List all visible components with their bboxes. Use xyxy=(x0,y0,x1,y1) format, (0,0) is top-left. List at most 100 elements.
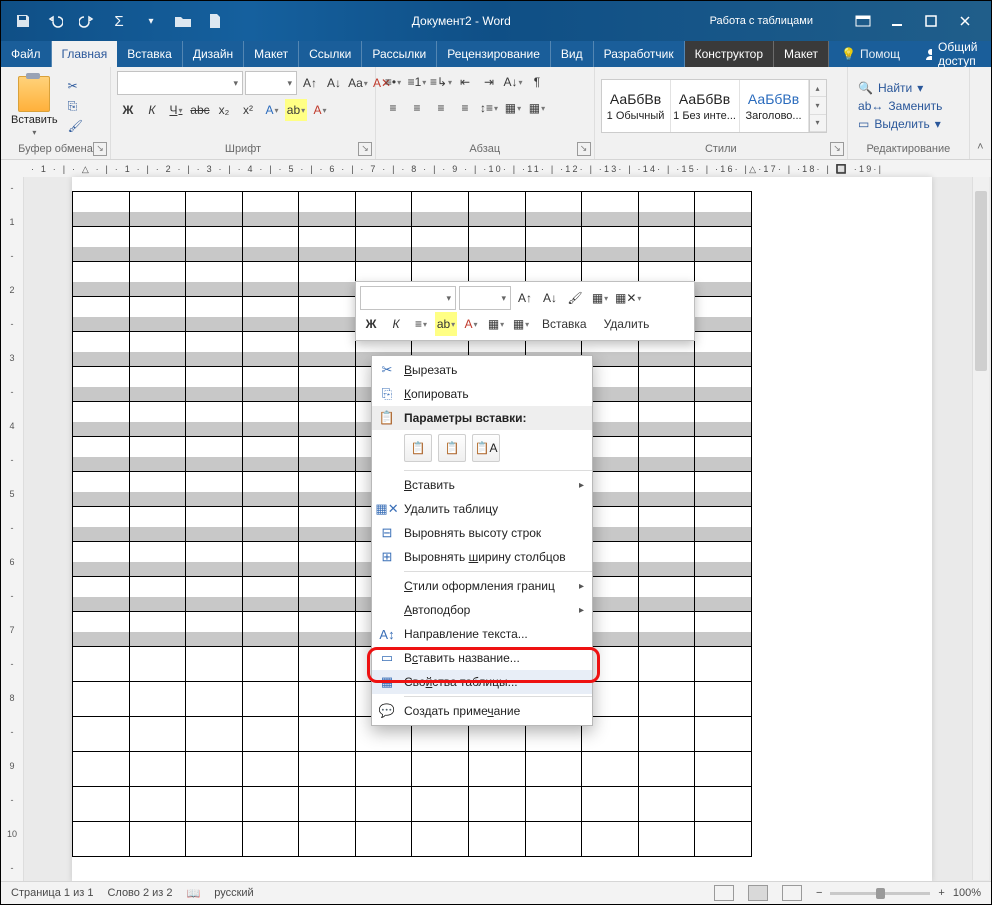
table-cell[interactable] xyxy=(695,717,752,752)
tab-file[interactable]: Файл xyxy=(1,41,52,67)
table-cell[interactable] xyxy=(129,542,186,577)
table-row[interactable] xyxy=(73,752,752,787)
mini-insert-table-icon[interactable]: ▦ xyxy=(589,286,611,310)
table-cell[interactable] xyxy=(129,717,186,752)
table-cell[interactable] xyxy=(525,822,582,857)
table-cell[interactable] xyxy=(638,787,695,822)
find-button[interactable]: 🔍 Найти ▾ xyxy=(858,81,942,95)
table-cell[interactable] xyxy=(695,192,752,227)
align-right-button[interactable]: ≡ xyxy=(430,97,452,119)
table-cell[interactable] xyxy=(638,402,695,437)
document-icon[interactable] xyxy=(205,11,225,31)
table-cell[interactable] xyxy=(299,507,356,542)
shading-button[interactable]: ▦ xyxy=(502,97,524,119)
save-icon[interactable] xyxy=(13,11,33,31)
table-cell[interactable] xyxy=(638,367,695,402)
qat-more-icon[interactable]: ▾ xyxy=(141,11,161,31)
table-cell[interactable] xyxy=(129,647,186,682)
table-cell[interactable] xyxy=(695,682,752,717)
table-cell[interactable] xyxy=(186,332,243,367)
table-cell[interactable] xyxy=(73,367,130,402)
ctx-text-direction[interactable]: A↕Направление текста... xyxy=(372,622,592,646)
table-cell[interactable] xyxy=(299,402,356,437)
copy-icon[interactable]: ⎘ xyxy=(68,99,82,113)
tab-table-constructor[interactable]: Конструктор xyxy=(685,41,774,67)
borders-button[interactable]: ▦ xyxy=(526,97,548,119)
table-cell[interactable] xyxy=(299,647,356,682)
table-cell[interactable] xyxy=(242,192,299,227)
ctx-copy[interactable]: ⎘Копировать xyxy=(372,382,592,406)
ribbon-options-icon[interactable] xyxy=(851,9,875,33)
table-cell[interactable] xyxy=(695,507,752,542)
table-cell[interactable] xyxy=(638,472,695,507)
table-cell[interactable] xyxy=(73,507,130,542)
table-cell[interactable] xyxy=(186,437,243,472)
scrollbar-thumb[interactable] xyxy=(975,191,987,371)
show-marks-button[interactable]: ¶ xyxy=(526,71,548,93)
table-cell[interactable] xyxy=(242,717,299,752)
superscript-button[interactable]: x² xyxy=(237,99,259,121)
table-cell[interactable] xyxy=(73,192,130,227)
table-cell[interactable] xyxy=(129,787,186,822)
table-cell[interactable] xyxy=(695,402,752,437)
paste-keep-source-icon[interactable]: 📋 xyxy=(404,434,432,462)
table-cell[interactable] xyxy=(73,787,130,822)
table-cell[interactable] xyxy=(638,542,695,577)
table-cell[interactable] xyxy=(299,297,356,332)
table-cell[interactable] xyxy=(186,787,243,822)
minimize-icon[interactable] xyxy=(885,9,909,33)
styles-more[interactable]: ▴▾▾ xyxy=(809,80,826,132)
font-launcher[interactable]: ↘ xyxy=(358,142,372,156)
table-cell[interactable] xyxy=(129,682,186,717)
table-cell[interactable] xyxy=(73,542,130,577)
table-cell[interactable] xyxy=(242,752,299,787)
table-cell[interactable] xyxy=(129,577,186,612)
table-cell[interactable] xyxy=(469,227,526,262)
table-cell[interactable] xyxy=(242,577,299,612)
table-cell[interactable] xyxy=(73,332,130,367)
table-cell[interactable] xyxy=(469,787,526,822)
table-cell[interactable] xyxy=(129,612,186,647)
mini-italic[interactable]: К xyxy=(385,312,407,336)
table-cell[interactable] xyxy=(638,822,695,857)
table-cell[interactable] xyxy=(695,822,752,857)
table-cell[interactable] xyxy=(73,577,130,612)
table-cell[interactable] xyxy=(242,822,299,857)
tab-layout[interactable]: Макет xyxy=(244,41,299,67)
table-cell[interactable] xyxy=(129,437,186,472)
table-cell[interactable] xyxy=(242,332,299,367)
ctx-autofit[interactable]: Автоподбор▸ xyxy=(372,598,592,622)
table-row[interactable] xyxy=(73,822,752,857)
share-button[interactable]: Общий доступ xyxy=(912,41,992,67)
table-cell[interactable] xyxy=(73,647,130,682)
table-cell[interactable] xyxy=(695,577,752,612)
table-cell[interactable] xyxy=(525,227,582,262)
table-cell[interactable] xyxy=(695,647,752,682)
table-cell[interactable] xyxy=(299,332,356,367)
ctx-insert-caption[interactable]: ▭Вставить название... xyxy=(372,646,592,670)
bold-button[interactable]: Ж xyxy=(117,99,139,121)
table-cell[interactable] xyxy=(638,507,695,542)
mini-delete-table-icon[interactable]: ▦✕ xyxy=(614,286,642,310)
table-cell[interactable] xyxy=(129,472,186,507)
view-print-icon[interactable] xyxy=(748,885,768,901)
table-cell[interactable] xyxy=(73,297,130,332)
paragraph-launcher[interactable]: ↘ xyxy=(577,142,591,156)
tab-design[interactable]: Дизайн xyxy=(183,41,244,67)
table-cell[interactable] xyxy=(695,332,752,367)
table-cell[interactable] xyxy=(525,787,582,822)
status-proofing-icon[interactable]: 📖 xyxy=(187,887,201,900)
table-cell[interactable] xyxy=(73,262,130,297)
table-cell[interactable] xyxy=(299,472,356,507)
close-icon[interactable] xyxy=(953,9,977,33)
styles-gallery[interactable]: АаБбВв1 Обычный АаБбВв1 Без инте... АаБб… xyxy=(601,79,827,133)
table-cell[interactable] xyxy=(355,752,412,787)
table-cell[interactable] xyxy=(129,752,186,787)
tab-developer[interactable]: Разработчик xyxy=(594,41,685,67)
paste-merge-icon[interactable]: 📋 xyxy=(438,434,466,462)
style-heading[interactable]: АаБбВвЗаголово... xyxy=(740,80,809,132)
table-cell[interactable] xyxy=(73,227,130,262)
style-no-spacing[interactable]: АаБбВв1 Без инте... xyxy=(671,80,740,132)
clipboard-launcher[interactable]: ↘ xyxy=(93,142,107,156)
sigma-icon[interactable]: Σ xyxy=(109,11,129,31)
